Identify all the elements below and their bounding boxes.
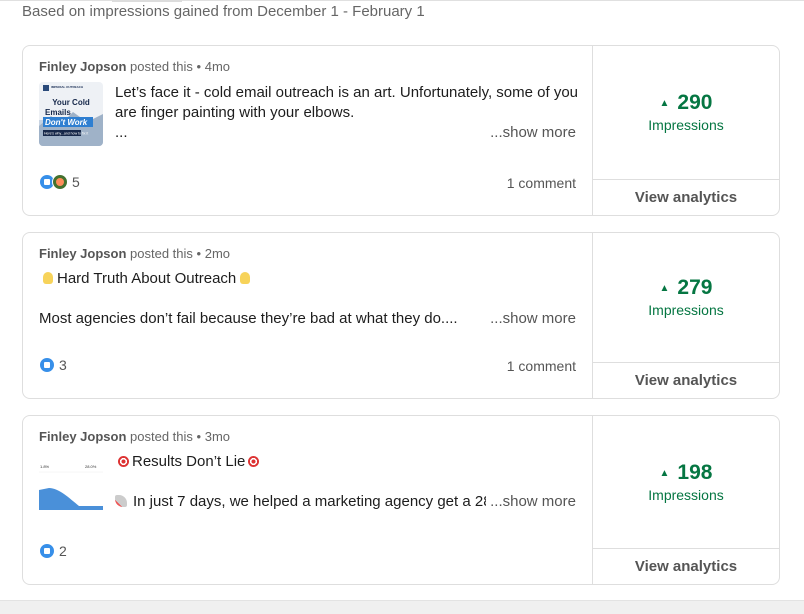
- target-icon: [248, 456, 260, 467]
- post-text-line-2: Most agencies don’t fail because they’re…: [39, 310, 458, 327]
- analytics-divider: [593, 362, 779, 363]
- meta-separator: •: [196, 59, 202, 74]
- impressions-label: Impressions: [648, 487, 724, 503]
- post-content[interactable]: Finley Jopson posted this • 2mo Hard Tru…: [23, 233, 592, 398]
- post-thumbnail[interactable]: IMPERIAL OUTREACH Your Cold Emails Don't…: [39, 82, 103, 146]
- impressions-number: 290: [677, 91, 713, 114]
- impressions-value: ▲ 279: [593, 276, 779, 300]
- bottom-bar: [0, 600, 804, 614]
- meta-separator: •: [196, 246, 202, 261]
- lightbulb-icon: [43, 272, 53, 284]
- impressions-label: Impressions: [648, 117, 724, 133]
- tab-indicator: [112, 0, 182, 2]
- post-content[interactable]: Finley Jopson posted this • 4mo IMPERIAL…: [23, 46, 592, 215]
- reactions-summary[interactable]: 5: [39, 174, 80, 190]
- comments-count[interactable]: 1 comment: [507, 358, 576, 374]
- lightbulb-icon: [240, 272, 251, 284]
- thumbnail-image: IMPERIAL OUTREACH Your Cold Emails Don't…: [39, 82, 103, 146]
- post-ellipsis: ...: [115, 124, 128, 141]
- impressions-value: ▲ 290: [593, 91, 779, 115]
- analytics-panel: ▲ 198 Impressions View analytics: [592, 416, 779, 584]
- reactions-summary[interactable]: 2: [39, 543, 67, 559]
- post-card: Finley Jopson posted this • 2mo Hard Tru…: [22, 232, 780, 399]
- thumbnail-tagline: Here's why...and how to fix it: [44, 132, 88, 136]
- analytics-panel: ▲ 290 Impressions View analytics: [592, 46, 779, 215]
- thumbnail-stat-1: 1.8%: [40, 464, 50, 469]
- post-age: 2mo: [204, 246, 231, 261]
- trend-up-icon: ▲: [659, 282, 670, 294]
- view-analytics-button[interactable]: View analytics: [593, 189, 779, 206]
- impressions-block: ▲ 290 Impressions: [593, 91, 779, 133]
- thumbnail-headline-1: Your Cold: [52, 98, 90, 107]
- post-title-line: Hard Truth About Outreach: [39, 269, 254, 289]
- post-meta: Finley Jopson posted this • 2mo: [39, 246, 230, 261]
- author-name[interactable]: Finley Jopson: [39, 429, 126, 444]
- thumbnail-image: 1.8% 28.0%: [39, 458, 103, 516]
- target-icon: [118, 456, 129, 467]
- post-card: Finley Jopson posted this • 4mo IMPERIAL…: [22, 45, 780, 216]
- reaction-count: 3: [59, 357, 67, 373]
- analytics-divider: [593, 548, 779, 549]
- thumbnail-brand: IMPERIAL OUTREACH: [51, 85, 83, 89]
- post-age: 3mo: [204, 429, 231, 444]
- top-divider: [0, 0, 804, 2]
- post-text-line-2-wrapper: In just 7 days, we helped a marketing ag…: [115, 492, 495, 512]
- post-title: Results Don’t Lie: [132, 453, 246, 470]
- rocket-icon: [115, 495, 127, 507]
- post-meta: Finley Jopson posted this • 4mo: [39, 59, 230, 74]
- meta-separator: •: [196, 429, 202, 444]
- thumbnail-stat-2: 28.0%: [85, 464, 97, 469]
- impressions-number: 198: [677, 461, 713, 484]
- show-more-link[interactable]: ...show more: [486, 310, 576, 327]
- show-more-link[interactable]: ...show more: [486, 124, 576, 141]
- thumbnail-headline-3: Don't Work: [45, 118, 88, 127]
- post-thumbnail[interactable]: 1.8% 28.0%: [39, 458, 103, 516]
- impressions-value: ▲ 198: [593, 461, 779, 485]
- thumbnail-headline-2: Emails: [45, 108, 71, 117]
- view-analytics-button[interactable]: View analytics: [593, 558, 779, 575]
- post-text-line-2: In just 7 days, we helped a marketing ag…: [133, 493, 495, 510]
- author-name[interactable]: Finley Jopson: [39, 59, 126, 74]
- show-more-link[interactable]: ...show more: [486, 493, 576, 510]
- impressions-number: 279: [677, 276, 713, 299]
- post-title-line: Results Don’t Lie: [115, 452, 262, 472]
- post-text-line-1: Let’s face it - cold email outreach is a…: [115, 84, 579, 101]
- trend-up-icon: ▲: [659, 97, 670, 109]
- comments-count[interactable]: 1 comment: [507, 175, 576, 191]
- analytics-divider: [593, 179, 779, 180]
- celebrate-reaction-icon: [52, 174, 68, 190]
- post-card: Finley Jopson posted this • 3mo 1.8% 28.…: [22, 415, 780, 585]
- impressions-block: ▲ 198 Impressions: [593, 461, 779, 503]
- page-subtitle: Based on impressions gained from Decembe…: [22, 3, 425, 20]
- reaction-count: 5: [72, 174, 80, 190]
- post-content[interactable]: Finley Jopson posted this • 3mo 1.8% 28.…: [23, 416, 592, 584]
- view-analytics-button[interactable]: View analytics: [593, 372, 779, 389]
- author-name[interactable]: Finley Jopson: [39, 246, 126, 261]
- post-text-line-2: are finger painting with your elbows.: [115, 104, 355, 121]
- impressions-block: ▲ 279 Impressions: [593, 276, 779, 318]
- posted-text: posted this: [130, 246, 193, 261]
- reactions-summary[interactable]: 3: [39, 357, 67, 373]
- post-age: 4mo: [204, 59, 231, 74]
- like-reaction-icon: [39, 357, 55, 373]
- posted-text: posted this: [130, 59, 193, 74]
- post-meta: Finley Jopson posted this • 3mo: [39, 429, 230, 444]
- post-title: Hard Truth About Outreach: [57, 270, 237, 287]
- trend-up-icon: ▲: [659, 467, 670, 479]
- reaction-count: 2: [59, 543, 67, 559]
- analytics-panel: ▲ 279 Impressions View analytics: [592, 233, 779, 398]
- like-reaction-icon: [39, 543, 55, 559]
- posted-text: posted this: [130, 429, 193, 444]
- impressions-label: Impressions: [648, 302, 724, 318]
